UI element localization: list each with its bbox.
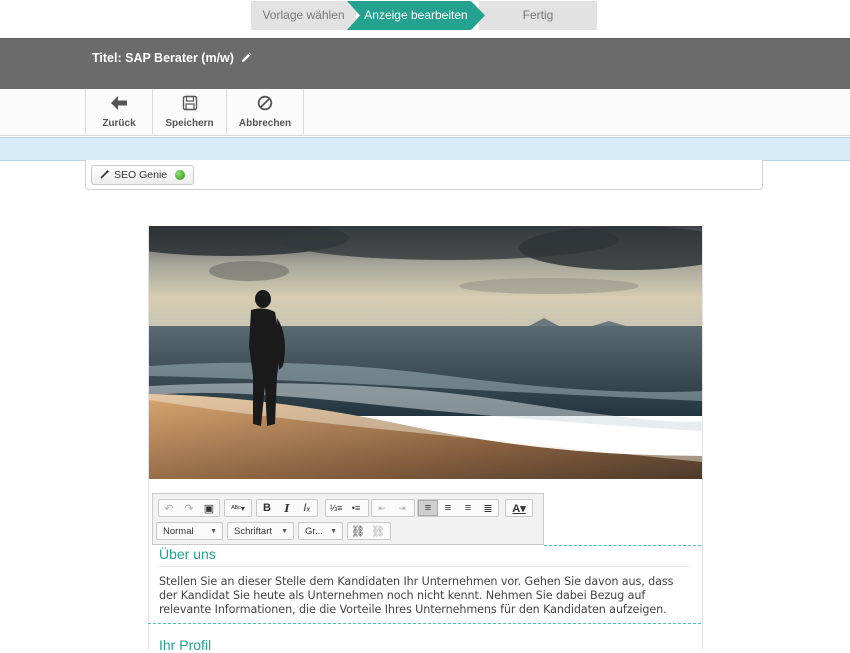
indent-group: ⇤ ⇥ [371,499,415,517]
info-bar [0,137,850,161]
hero-image[interactable] [149,226,702,479]
page-title-text: Titel: SAP Berater (m/w) [92,51,234,65]
seo-genie-button[interactable]: SEO Genie [91,165,195,185]
seo-panel: SEO Genie [85,160,763,190]
size-select[interactable]: Gr... ▼ [298,522,343,540]
editable-region-border [148,623,701,624]
size-select-value: Gr... [305,525,323,537]
bulleted-list-icon[interactable]: •≡ [346,500,366,516]
indent-icon[interactable]: ⇥ [392,500,412,516]
link-group: ⛓ ⛓ [347,522,391,540]
format-select-value: Normal [163,525,194,537]
back-button-label: Zurück [102,118,136,129]
chevron-down-icon: ▼ [210,528,217,535]
undo-icon[interactable]: ↶ [159,500,179,516]
cancel-button[interactable]: Abbrechen [226,89,304,134]
align-right-icon[interactable]: ≡ [458,500,478,516]
paste-icon[interactable]: ▣ [199,500,219,516]
history-group: ↶ ↷ ▣ [158,499,220,517]
unlink-icon[interactable]: ⛓ [368,523,388,539]
wizard-steps: Vorlage wählen Fertig Anzeige bearbeiten [251,1,597,30]
color-group: A▾ [505,499,533,517]
font-select-value: Schriftart [234,525,273,537]
link-icon[interactable]: ⛓ [348,523,368,539]
font-select[interactable]: Schriftart ▼ [227,522,294,540]
ban-icon [257,95,273,116]
step-fertig: Fertig [479,1,597,30]
spellcheck-group: ᴬᴮᶜ▾ [224,499,252,517]
step-anzeige-bearbeiten: Anzeige bearbeiten [347,1,485,30]
section-heading-ihr-profil[interactable]: Ihr Profil [159,637,211,653]
bold-icon[interactable]: B [257,500,277,516]
outdent-icon[interactable]: ⇤ [372,500,392,516]
action-toolbar: Zurück Speichern Abbrechen [0,89,850,136]
cancel-button-label: Abbrechen [238,118,292,129]
format-select[interactable]: Normal ▼ [156,522,223,540]
back-button[interactable]: Zurück [85,89,153,134]
text-color-icon[interactable]: A▾ [506,500,532,516]
step-vorlage-waehlen[interactable]: Vorlage wählen [251,1,356,30]
floppy-disk-icon [182,95,198,116]
align-center-icon[interactable]: ≡ [438,500,458,516]
chevron-down-icon: ▼ [330,528,337,535]
italic-icon[interactable]: I [277,500,297,516]
align-group: ≡ ≡ ≡ ≣ [417,499,499,517]
align-justify-icon[interactable]: ≣ [478,500,498,516]
spellcheck-icon[interactable]: ᴬᴮᶜ▾ [225,500,251,516]
page-title: Titel: SAP Berater (m/w) [92,51,252,65]
rich-text-toolbar: ↶ ↷ ▣ ᴬᴮᶜ▾ B I Iₓ ⅓≡ •≡ ⇤ ⇥ ≡ ≡ ≡ ≣ A▾ N… [152,493,544,545]
title-bar: Titel: SAP Berater (m/w) [0,38,850,90]
redo-icon[interactable]: ↷ [179,500,199,516]
section-text-ueber-uns[interactable]: Stellen Sie an dieser Stelle dem Kandida… [159,575,694,617]
magic-wand-icon [100,169,110,182]
section-heading-ueber-uns[interactable]: Über uns [159,546,216,562]
divider [159,566,689,567]
arrow-left-icon [110,95,128,116]
save-button-label: Speichern [165,118,214,129]
numbered-list-icon[interactable]: ⅓≡ [326,500,346,516]
remove-format-icon[interactable]: Iₓ [297,500,317,516]
status-dot-icon [175,170,186,180]
basic-style-group: B I Iₓ [256,499,318,517]
align-left-icon[interactable]: ≡ [418,500,438,516]
pencil-icon[interactable] [240,52,252,64]
chevron-down-icon: ▼ [281,528,288,535]
seo-genie-label: SEO Genie [114,169,168,181]
save-button[interactable]: Speichern [152,89,227,134]
editable-region-border [544,545,701,546]
list-group: ⅓≡ •≡ [325,499,369,517]
